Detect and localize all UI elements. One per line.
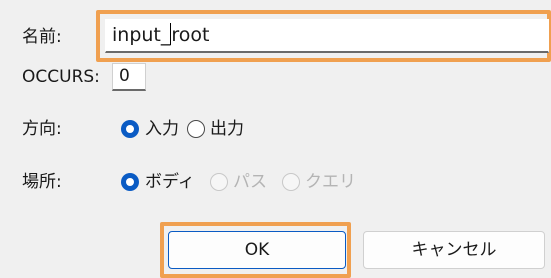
occurs-label: OCCURS: <box>22 67 100 87</box>
name-input-value-suffix: root <box>171 24 210 46</box>
radio-query-label: クエリ <box>305 172 356 192</box>
cancel-button[interactable]: キャンセル <box>363 231 545 269</box>
radio-body-icon[interactable] <box>121 173 139 191</box>
radio-output-icon[interactable] <box>187 120 205 138</box>
radio-query-icon <box>282 173 300 191</box>
radio-path-label: パス <box>233 172 267 192</box>
radio-input-icon[interactable] <box>121 120 139 138</box>
radio-input-label[interactable]: 入力 <box>145 119 179 139</box>
ok-button[interactable]: OK <box>168 231 346 269</box>
direction-label: 方向: <box>22 119 62 139</box>
radio-path-icon <box>210 173 228 191</box>
location-label: 場所: <box>22 172 62 192</box>
name-input-value-prefix: input_ <box>112 24 171 46</box>
name-label: 名前: <box>22 27 62 47</box>
name-input[interactable]: input_rootinput_root <box>105 19 549 53</box>
radio-output-label[interactable]: 出力 <box>210 119 244 139</box>
occurs-input[interactable]: 0 <box>112 63 146 91</box>
radio-body-label[interactable]: ボディ <box>145 172 195 192</box>
